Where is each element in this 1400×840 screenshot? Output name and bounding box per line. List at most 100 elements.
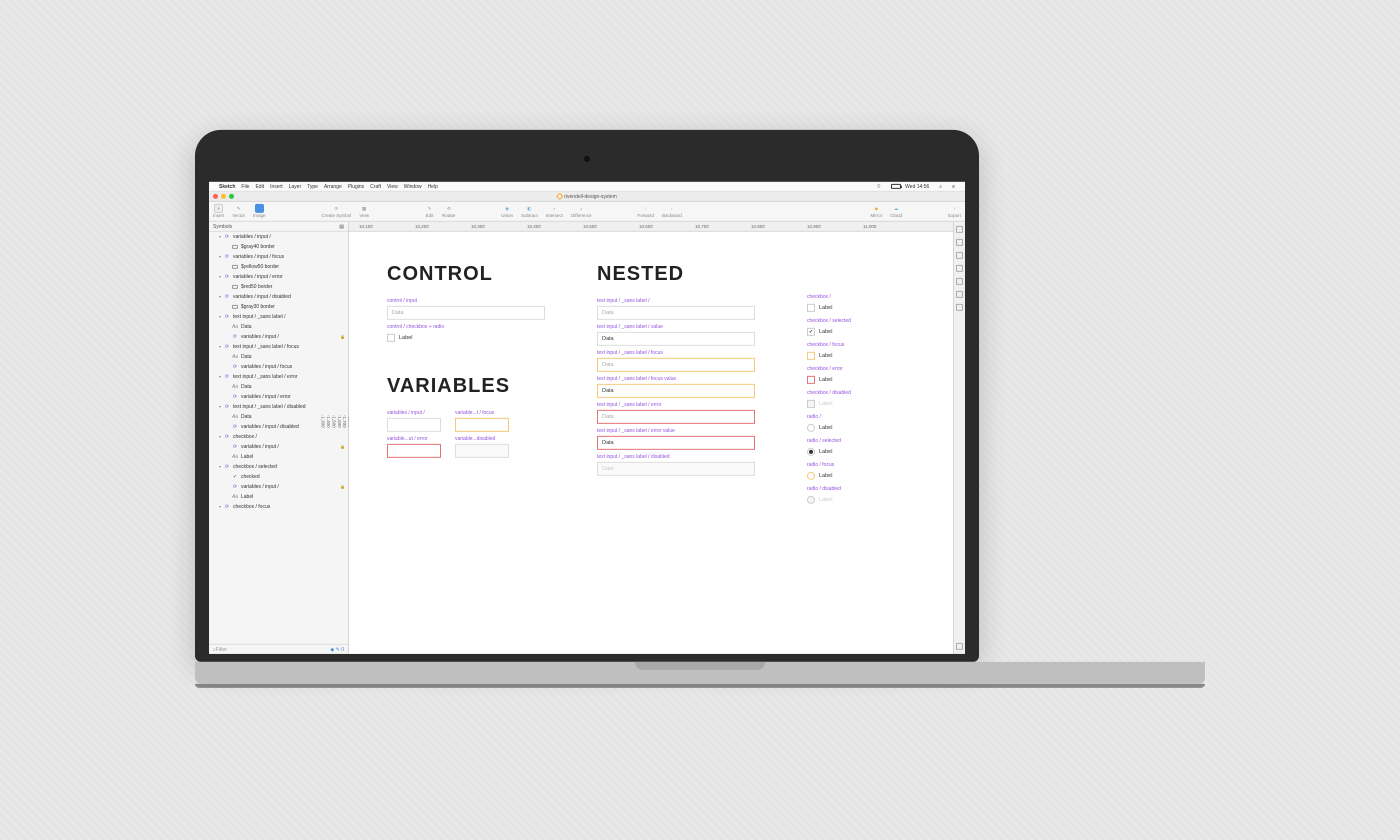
create-symbol-button[interactable]: ⟳Create Symbol bbox=[322, 204, 352, 218]
union-button[interactable]: ◉Union bbox=[501, 204, 513, 218]
artboard-label[interactable]: checkbox / focus bbox=[807, 342, 937, 348]
forward-button[interactable]: ↑Forward bbox=[638, 204, 655, 218]
menu-item[interactable]: Insert bbox=[270, 183, 283, 189]
nested-input: Data bbox=[597, 306, 755, 320]
layer-row[interactable]: ▾⟳text input / _sans label / error bbox=[209, 372, 348, 382]
backward-button[interactable]: ↓Backward bbox=[662, 204, 682, 218]
artboard-label[interactable]: text input / _sans label / focus value bbox=[597, 376, 767, 382]
artboard-label[interactable]: text input / _sans label / value bbox=[597, 324, 767, 330]
close-button[interactable] bbox=[213, 194, 218, 199]
wifi-icon[interactable]: ⌔ bbox=[876, 183, 881, 189]
menu-item[interactable]: Window bbox=[404, 183, 422, 189]
inspector-icon[interactable] bbox=[956, 291, 963, 298]
layer-row[interactable]: $gray40 border bbox=[209, 242, 348, 252]
menu-item[interactable]: Arrange bbox=[324, 183, 342, 189]
inspector-icon[interactable] bbox=[956, 304, 963, 311]
layer-row[interactable]: ▾⟳variables / input / disabled bbox=[209, 292, 348, 302]
filter-input[interactable]: ⌕ Filter◆ ✎ 0 bbox=[209, 644, 348, 654]
layer-row[interactable]: AaData bbox=[209, 382, 348, 392]
menu-item[interactable]: Type bbox=[307, 183, 318, 189]
menu-item[interactable]: Help bbox=[428, 183, 438, 189]
artboard-label[interactable]: checkbox / selected bbox=[807, 318, 937, 324]
artboard-label[interactable]: checkbox / error bbox=[807, 366, 937, 372]
bolt-icon[interactable] bbox=[956, 643, 963, 650]
artboard-label[interactable]: radio / selected bbox=[807, 438, 937, 444]
layer-row[interactable]: ⟳variables / input /🔒 bbox=[209, 482, 348, 492]
menu-item[interactable]: Plugins bbox=[348, 183, 364, 189]
artboard-label[interactable]: text input / _sans label / error value bbox=[597, 428, 767, 434]
menu-item[interactable]: File bbox=[241, 183, 249, 189]
menu-item[interactable]: Layer bbox=[289, 183, 302, 189]
inspector-icon[interactable] bbox=[956, 265, 963, 272]
artboard-label[interactable]: text input / _sans label / error bbox=[597, 402, 767, 408]
app-name[interactable]: Sketch bbox=[219, 183, 235, 189]
inspector-icon[interactable] bbox=[956, 278, 963, 285]
artboard-label[interactable]: variable...t / focus bbox=[455, 410, 509, 416]
nested-heading: NESTED bbox=[597, 262, 767, 286]
subtract-button[interactable]: ◧Subtract bbox=[521, 204, 538, 218]
artboard-label[interactable]: control / checkbox + radio bbox=[387, 324, 557, 330]
page-list-icon[interactable]: ▤ bbox=[339, 223, 344, 229]
image-button[interactable]: Image bbox=[253, 204, 266, 218]
minimize-button[interactable] bbox=[221, 194, 226, 199]
search-icon[interactable]: ⌕ bbox=[939, 183, 942, 189]
layer-row[interactable]: ▾⟳checkbox / focus bbox=[209, 502, 348, 512]
layer-row[interactable]: ▾⟳text input / _sans label / disabled bbox=[209, 402, 348, 412]
layer-row[interactable]: $red50 border bbox=[209, 282, 348, 292]
layer-row[interactable]: $gray30 border bbox=[209, 302, 348, 312]
variable-input bbox=[387, 418, 441, 432]
menu-item[interactable]: View bbox=[387, 183, 398, 189]
clock[interactable]: Wed 14:56 bbox=[905, 183, 929, 189]
inspector-icon[interactable] bbox=[956, 226, 963, 233]
layer-row[interactable]: $yellow50 border bbox=[209, 262, 348, 272]
layer-row[interactable]: ▾⟳text input / _sans label / focus bbox=[209, 342, 348, 352]
battery-icon[interactable] bbox=[891, 184, 901, 189]
view-button[interactable]: ▦View bbox=[359, 204, 369, 218]
zoom-button[interactable] bbox=[229, 194, 234, 199]
layer-row[interactable]: ✓checked bbox=[209, 472, 348, 482]
mirror-button[interactable]: ◆Mirror bbox=[870, 204, 882, 218]
inspector-icon[interactable] bbox=[956, 252, 963, 259]
artboard-label[interactable]: radio / bbox=[807, 414, 937, 420]
intersect-button[interactable]: ◐Intersect bbox=[546, 204, 563, 218]
layer-row[interactable]: ▾⟳variables / input / focus bbox=[209, 252, 348, 262]
artboard-label[interactable]: text input / _sans label / disabled bbox=[597, 454, 767, 460]
artboard-label[interactable]: variable...disabled bbox=[455, 436, 509, 442]
check-example: Label bbox=[807, 470, 927, 482]
canvas[interactable]: CONTROL control / input Data control / c… bbox=[349, 232, 953, 654]
layer-row[interactable]: ▾⟳variables / input / error bbox=[209, 272, 348, 282]
layer-row[interactable]: ▾⟳variables / input / bbox=[209, 232, 348, 242]
check-example: Label bbox=[807, 326, 927, 338]
checkbox-example: Label bbox=[387, 332, 507, 344]
pages-dropdown[interactable]: Symbols bbox=[213, 223, 232, 229]
artboard-label[interactable]: variable...ut / error bbox=[387, 436, 441, 442]
variables-heading: VARIABLES bbox=[387, 374, 557, 398]
export-button[interactable]: ↑Export bbox=[948, 204, 961, 218]
variable-input-error bbox=[387, 444, 441, 458]
layer-row[interactable]: ▾⟳text input / _sans label / bbox=[209, 312, 348, 322]
artboard-label[interactable]: checkbox / disabled bbox=[807, 390, 937, 396]
artboard-label[interactable]: variables / input / bbox=[387, 410, 441, 416]
vector-button[interactable]: ✎Vector bbox=[232, 204, 245, 218]
artboard-label[interactable]: radio / disabled bbox=[807, 486, 937, 492]
artboard-label[interactable]: text input / _sans label / focus bbox=[597, 350, 767, 356]
artboard-label[interactable]: text input / _sans label / bbox=[597, 298, 767, 304]
inspector-icon[interactable] bbox=[956, 239, 963, 246]
layer-row[interactable]: ⟳variables / input /🔒 bbox=[209, 332, 348, 342]
artboard-label[interactable]: control / input bbox=[387, 298, 557, 304]
layer-row[interactable]: ⟳variables / input / focus bbox=[209, 362, 348, 372]
difference-button[interactable]: ◒Difference bbox=[571, 204, 591, 218]
list-icon[interactable]: ≡ bbox=[952, 183, 955, 189]
layer-row[interactable]: AaData bbox=[209, 352, 348, 362]
edit-button[interactable]: ✎Edit bbox=[425, 204, 434, 218]
cloud-button[interactable]: ☁Cloud bbox=[890, 204, 902, 218]
artboard-label[interactable]: checkbox / bbox=[807, 294, 937, 300]
menu-item[interactable]: Craft bbox=[370, 183, 381, 189]
menu-item[interactable]: Edit bbox=[255, 183, 264, 189]
insert-button[interactable]: ＋Insert bbox=[213, 204, 224, 218]
layer-row[interactable]: AaLabel bbox=[209, 492, 348, 502]
layer-row[interactable]: ⟳variables / input / error bbox=[209, 392, 348, 402]
rotate-button[interactable]: ⟲Rotate bbox=[442, 204, 455, 218]
artboard-label[interactable]: radio / focus bbox=[807, 462, 937, 468]
layer-row[interactable]: AaData bbox=[209, 322, 348, 332]
